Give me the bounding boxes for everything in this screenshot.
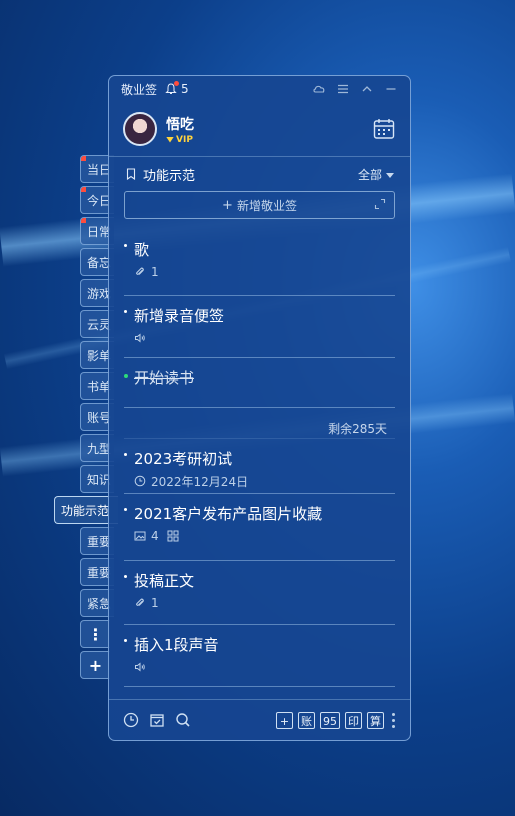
note-meta [134, 659, 395, 675]
bell-icon[interactable] [165, 81, 180, 95]
grid-icon [167, 530, 179, 542]
notification-count: 5 [181, 82, 189, 96]
vip-label: VIP [176, 134, 193, 145]
image-icon [134, 531, 146, 541]
speaker-icon [135, 662, 145, 672]
bottom-toolbar: + 账 95 印 算 [109, 699, 410, 740]
plus-icon: + [222, 197, 233, 213]
account-button[interactable]: 账 [298, 711, 315, 729]
note-meta [134, 330, 395, 346]
chevron-down-icon [386, 172, 394, 178]
add-category-button[interactable]: + [80, 651, 110, 679]
attachment-count: 1 [151, 265, 159, 279]
user-header: 悟吃 VIP [109, 102, 410, 157]
filter-dropdown[interactable]: 全部 [358, 166, 394, 183]
clock-icon [134, 475, 146, 487]
note-item-done[interactable]: 开始读书 [124, 358, 395, 408]
note-title: 2021客户发布产品图片收藏 [134, 505, 323, 523]
search-icon[interactable] [175, 712, 191, 728]
expand-icon[interactable] [374, 198, 386, 210]
paperclip-icon [136, 267, 144, 275]
notification-dot [174, 81, 180, 86]
filter-label: 全部 [357, 167, 382, 182]
note-item[interactable]: 2023考研初试 2022年12月24日 [124, 438, 395, 494]
calendar-icon[interactable] [372, 117, 396, 141]
new-note-button[interactable]: + 新增敬业签 [124, 191, 395, 219]
remaining-days: 剩余285天 [328, 422, 387, 436]
avatar[interactable] [123, 112, 157, 146]
note-meta: 4 [134, 528, 395, 544]
diamond-icon [166, 136, 174, 143]
bookmark-icon [125, 168, 137, 181]
user-name: 悟吃 [166, 116, 194, 133]
app-title: 敬业签 [121, 82, 158, 97]
bullet [124, 639, 127, 642]
note-title: 投稿正文 [134, 572, 195, 590]
note-item[interactable]: 2021客户发布产品图片收藏 4 [124, 494, 395, 561]
note-title: 开始读书 [134, 369, 195, 387]
note-item[interactable]: 新增录音便签 [124, 296, 395, 358]
image-count: 4 [151, 529, 159, 543]
bullet [124, 453, 127, 456]
attachment-count: 1 [151, 596, 159, 610]
bullet [124, 575, 127, 578]
note-item[interactable]: 插入1段声音 [124, 625, 395, 687]
clock-icon[interactable] [123, 712, 139, 728]
note-title: 插入1段声音 [134, 636, 219, 654]
note-item[interactable]: 投稿正文 1 [124, 561, 395, 625]
menu-icon[interactable] [336, 82, 350, 96]
done-status-dot [124, 374, 128, 378]
new-note-label: 新增敬业签 [236, 198, 297, 213]
note-title: 2023考研初试 [134, 450, 233, 468]
category-title: 功能示范 [143, 168, 196, 184]
note-title: 歌 [134, 241, 150, 259]
calculator-button[interactable]: 算 [367, 711, 384, 729]
notes-panel: 敬业签 5 悟吃 VIP 功能示范 全部 + 新增敬业签 歌 1 新增录音便签 … [108, 75, 411, 741]
note-meta: 1 [134, 264, 395, 280]
print-button[interactable]: 印 [345, 711, 362, 729]
bullet [124, 508, 127, 511]
reminder-date: 2022年12月24日 [151, 474, 249, 489]
note-item[interactable]: 歌 1 [124, 230, 395, 296]
bullet [124, 310, 127, 313]
add-button[interactable]: + [276, 711, 293, 729]
collapse-icon[interactable] [360, 82, 374, 96]
vip-badge: VIP [166, 135, 194, 145]
note-meta: 1 [134, 595, 395, 611]
paperclip-icon [136, 598, 144, 606]
bullet [124, 244, 127, 247]
category-header: 功能示范 全部 [109, 157, 410, 191]
done-list-icon[interactable] [149, 712, 165, 728]
minimize-icon[interactable] [384, 82, 398, 96]
title-bar: 敬业签 5 [109, 76, 410, 102]
speaker-icon [135, 333, 145, 343]
note-meta: 2022年12月24日 [134, 473, 395, 489]
code-button[interactable]: 95 [320, 711, 340, 729]
more-vertical-icon[interactable] [392, 712, 396, 728]
note-list: 歌 1 新增录音便签 开始读书 剩余285天 2023考研初试 2022年12月… [124, 230, 395, 687]
cloud-sync-icon[interactable] [312, 82, 326, 96]
note-title: 新增录音便签 [134, 307, 225, 325]
more-tabs-button[interactable]: ⋮ [80, 620, 110, 648]
